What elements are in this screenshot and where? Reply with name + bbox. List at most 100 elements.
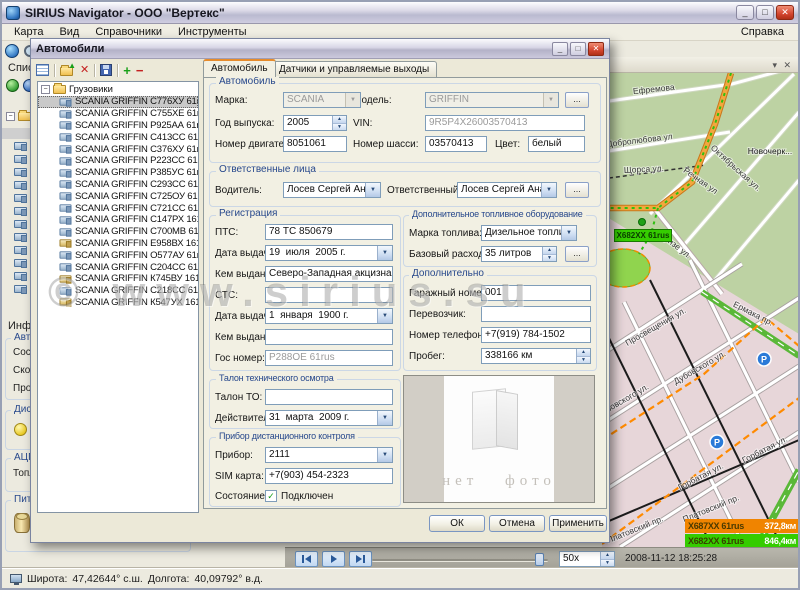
responsible-combo[interactable]: Лосев Сергей Анатоль: [457, 182, 557, 198]
sidebar-tree-selection[interactable]: [2, 128, 32, 139]
add-icon[interactable]: +: [123, 64, 131, 77]
chevron-down-icon[interactable]: [377, 448, 392, 462]
chevron-down-icon[interactable]: [543, 93, 558, 107]
year-spinner[interactable]: 2005: [283, 115, 347, 131]
menu-spravochniki[interactable]: Справочники: [87, 25, 170, 39]
color-field[interactable]: белый: [528, 136, 585, 152]
driver-combo[interactable]: Лосев Сергей Анатоль: [283, 182, 381, 198]
tree-item[interactable]: SCANIA GRIFFIN С725ОУ 61rus: [38, 190, 198, 202]
apply-button[interactable]: Применить: [549, 515, 607, 532]
vehicle-marker[interactable]: [639, 219, 646, 226]
spinner-arrows[interactable]: [542, 247, 556, 261]
spinner-arrows[interactable]: [332, 116, 346, 130]
play-button[interactable]: [322, 551, 345, 567]
fuel-rate-spinner[interactable]: 35 литров: [481, 246, 557, 262]
sts-field[interactable]: [265, 287, 393, 303]
ticket-field[interactable]: [265, 389, 393, 405]
menu-instrumenty[interactable]: Инструменты: [170, 25, 255, 39]
fuel-brand-combo[interactable]: Дизельное топливо: [481, 225, 577, 241]
chevron-down-icon[interactable]: [377, 411, 392, 425]
folder-up-icon[interactable]: ▲: [60, 64, 75, 77]
dialog-minimize-button[interactable]: [552, 42, 568, 56]
engine-field[interactable]: 8051061: [283, 136, 347, 152]
dialog-close-button[interactable]: [588, 42, 604, 56]
tree-item[interactable]: SCANIA GRIFFIN Е958ВХ 161rus: [38, 238, 198, 250]
menu-vid[interactable]: Вид: [51, 25, 87, 39]
tree-item[interactable]: SCANIA GRIFFIN Р223СС 61rus: [38, 155, 198, 167]
model-combo[interactable]: GRIFFIN: [425, 92, 559, 108]
vehicle-map-label[interactable]: Х682ХХ 61rus: [614, 229, 672, 242]
chevron-down-icon[interactable]: [365, 183, 380, 197]
tree-item[interactable]: SCANIA GRIFFIN К547УХ 161rus: [38, 297, 198, 309]
model-browse-button[interactable]: ...: [565, 92, 589, 108]
phone-field[interactable]: +7(919) 784-1502: [481, 327, 591, 343]
close-button[interactable]: [776, 5, 794, 20]
tree-item[interactable]: SCANIA GRIFFIN С776ХУ 61rus: [38, 96, 198, 108]
gos-number-field[interactable]: Р288ОЕ 61rus: [265, 350, 393, 366]
persons-browse-button[interactable]: ...: [565, 182, 589, 198]
timeline-slider[interactable]: [372, 559, 548, 562]
expander-icon[interactable]: [6, 112, 15, 121]
tree-item[interactable]: SCANIA GRIFFIN С376ХУ 61rus: [38, 143, 198, 155]
mileage-spinner[interactable]: 338166 км: [481, 348, 591, 364]
timeline-thumb[interactable]: [535, 553, 544, 566]
tab-datchiki[interactable]: Датчики и управляемые выходы: [271, 61, 437, 77]
tree-item[interactable]: SCANIA GRIFFIN С413СС 61rus: [38, 131, 198, 143]
spinner-arrows[interactable]: [600, 552, 614, 566]
connected-checkbox[interactable]: [265, 490, 277, 502]
chevron-down-icon[interactable]: [377, 309, 392, 323]
valid-until-picker[interactable]: 31 марта 2009 г.: [265, 410, 393, 426]
chevron-down-icon[interactable]: [561, 226, 576, 240]
dialog-titlebar[interactable]: Автомобили: [31, 39, 609, 59]
sts-date-picker[interactable]: 1 января 1900 г.: [265, 308, 393, 324]
carrier-field[interactable]: [481, 306, 591, 322]
sts-issuer-field[interactable]: [265, 329, 393, 345]
ok-button[interactable]: ОК: [429, 515, 485, 532]
tree-item[interactable]: SCANIA GRIFFIN С721СС 61rus: [38, 202, 198, 214]
tree-item[interactable]: SCANIA GRIFFIN С147РХ 161rus: [38, 214, 198, 226]
spinner-arrows[interactable]: [576, 349, 590, 363]
navigate-icon[interactable]: [5, 44, 19, 58]
tree-item[interactable]: SCANIA GRIFFIN Р385УС 61rus: [38, 167, 198, 179]
marka-combo[interactable]: SCANIA: [283, 92, 361, 108]
route-legend-green[interactable]: Х682ХХ 61rus 846,4км: [685, 534, 799, 548]
chevron-down-icon[interactable]: [377, 246, 392, 260]
chassis-field[interactable]: 03570413: [425, 136, 487, 152]
remove-icon[interactable]: −: [136, 64, 144, 77]
save-icon[interactable]: [100, 64, 112, 76]
pts-date-picker[interactable]: 19 июля 2005 г.: [265, 245, 393, 261]
minimize-button[interactable]: [736, 5, 754, 20]
delete-icon[interactable]: ✕: [80, 64, 89, 77]
tree-item[interactable]: SCANIA GRIFFIN С204СС 61rus: [38, 261, 198, 273]
pts-issuer-field[interactable]: Северо-Западная акцизная т: [265, 266, 393, 282]
tree-item[interactable]: SCANIA GRIFFIN С700МВ 61rus: [38, 226, 198, 238]
route-legend-orange[interactable]: Х687ХХ 61rus 372,8км: [685, 519, 799, 533]
tree-item[interactable]: SCANIA GRIFFIN К745ВУ 161rus: [38, 273, 198, 285]
chevron-down-icon[interactable]: [541, 183, 556, 197]
skip-forward-button[interactable]: [349, 551, 372, 567]
list-view-icon[interactable]: [36, 64, 49, 76]
chevron-down-icon[interactable]: [345, 93, 360, 107]
pane-close-icon[interactable]: ✕: [783, 60, 791, 70]
tree-item[interactable]: SCANIA GRIFFIN О577АУ 61rus: [38, 249, 198, 261]
tree-item[interactable]: SCANIA GRIFFIN С293СС 61rus: [38, 179, 198, 191]
map-canvas[interactable]: P P ЕфремоваДобролюбова улЩорса ул.Октяб…: [602, 73, 799, 547]
tree-root[interactable]: Грузовики: [38, 82, 198, 96]
fuel-browse-button[interactable]: ...: [565, 246, 589, 262]
restore-button[interactable]: [756, 5, 774, 20]
garage-field[interactable]: 001: [481, 285, 591, 301]
globe-icon[interactable]: [6, 79, 19, 92]
tree-item[interactable]: SCANIA GRIFFIN Р925АА 61rus: [38, 120, 198, 132]
pts-field[interactable]: 78 ТС 850679: [265, 224, 393, 240]
device-combo[interactable]: 2111: [265, 447, 393, 463]
tab-avtomobil[interactable]: Автомобиль: [203, 59, 276, 77]
dialog-maximize-button[interactable]: [570, 42, 586, 56]
speed-spinner[interactable]: 50x: [559, 551, 615, 567]
menu-spravka[interactable]: Справка: [731, 25, 794, 39]
cancel-button[interactable]: Отмена: [489, 515, 545, 532]
tree-item[interactable]: SCANIA GRIFFIN С218СС 61rus: [38, 285, 198, 297]
vin-field[interactable]: 9R5P4X26003570413: [425, 115, 585, 131]
expander-icon[interactable]: [41, 85, 50, 94]
menu-karta[interactable]: Карта: [6, 25, 51, 39]
skip-back-button[interactable]: [295, 551, 318, 567]
